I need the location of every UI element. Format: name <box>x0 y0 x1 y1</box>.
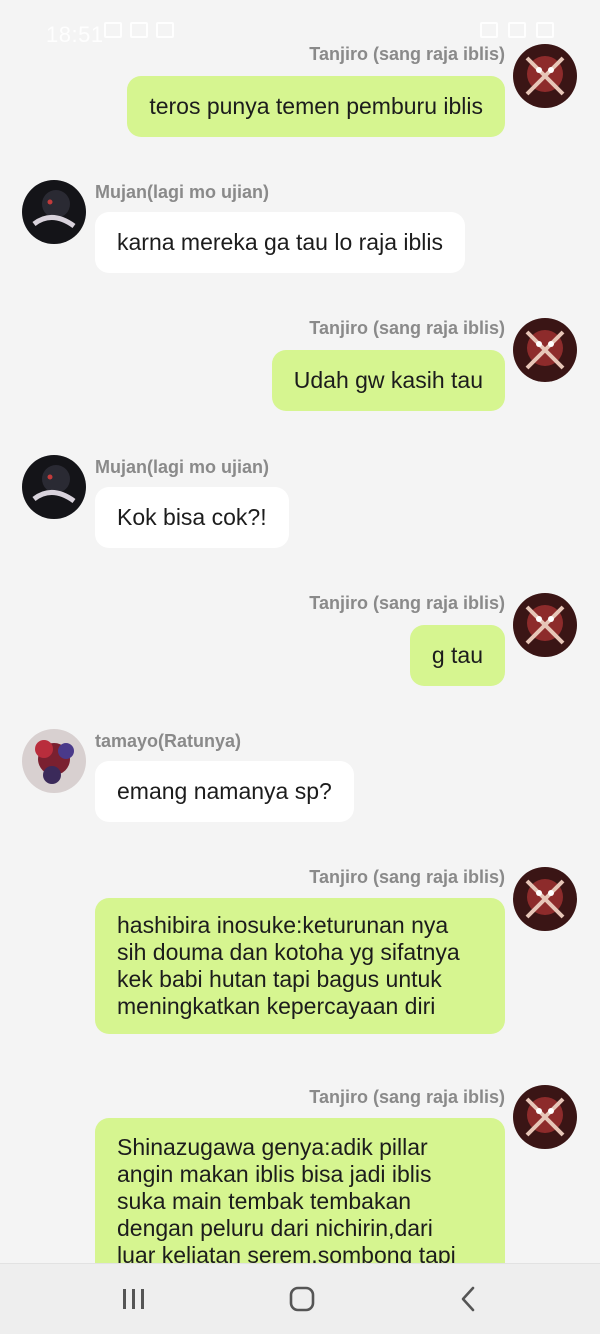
recents-button[interactable] <box>114 1282 154 1316</box>
sender-name: Tanjiro (sang raja iblis) <box>309 44 505 64</box>
message-text: teros punya temen pemburu iblis <box>149 93 483 119</box>
back-icon <box>461 1286 475 1312</box>
avatar-tanjiro[interactable] <box>513 318 577 382</box>
navigation-bar <box>0 1263 600 1334</box>
avatar-tanjiro[interactable] <box>513 867 577 931</box>
avatar-tanjiro[interactable] <box>513 44 577 108</box>
message-text: emang namanya sp? <box>117 778 332 804</box>
message-line: kek babi hutan tapi bagus untuk <box>117 966 442 992</box>
sender-name: tamayo(Ratunya) <box>95 731 242 751</box>
sender-name: Mujan(lagi mo ujian) <box>95 457 269 477</box>
chat-list[interactable]: Tanjiro (sang raja iblis) teros punya te… <box>0 0 600 1263</box>
message-bubble[interactable]: teros punya temen pemburu iblis <box>127 76 505 137</box>
message-line: Shinazugawa genya:adik pillar <box>117 1134 428 1160</box>
message-line: angin makan iblis bisa jadi iblis <box>117 1161 432 1187</box>
message-line: dengan peluru dari nichirin,dari <box>117 1215 433 1241</box>
recents-icon <box>123 1289 144 1309</box>
message-bubble[interactable]: Udah gw kasih tau <box>271 350 505 411</box>
message-bubble[interactable]: hashibira inosuke:keturunan nya sih doum… <box>95 898 505 1034</box>
message-line: meningkatkan kepercayaan diri <box>117 993 436 1019</box>
avatar-tanjiro[interactable] <box>513 1085 577 1149</box>
message-text: Udah gw kasih tau <box>293 367 483 393</box>
message-line: sih douma dan kotoha yg sifatnya <box>117 939 460 965</box>
sender-name: Tanjiro (sang raja iblis) <box>309 1087 505 1107</box>
sender-name: Tanjiro (sang raja iblis) <box>309 318 505 338</box>
avatar-tanjiro[interactable] <box>513 593 577 657</box>
home-button[interactable] <box>282 1282 322 1316</box>
message-line: hashibira inosuke:keturunan nya <box>117 912 449 938</box>
back-button[interactable] <box>448 1282 488 1316</box>
message-bubble[interactable]: emang namanya sp? <box>95 761 354 822</box>
message-bubble[interactable]: Kok bisa cok?! <box>95 487 289 548</box>
message-bubble[interactable]: karna mereka ga tau lo raja iblis <box>95 212 465 273</box>
avatar-mujan[interactable] <box>22 180 86 244</box>
message-text: Kok bisa cok?! <box>117 504 267 530</box>
avatar-tamayo[interactable] <box>22 729 86 793</box>
avatar-mujan[interactable] <box>22 455 86 519</box>
home-icon <box>289 1286 315 1312</box>
message-text: karna mereka ga tau lo raja iblis <box>117 229 443 255</box>
sender-name: Tanjiro (sang raja iblis) <box>309 867 505 887</box>
message-bubble[interactable]: Shinazugawa genya:adik pillar angin maka… <box>95 1118 505 1263</box>
sender-name: Mujan(lagi mo ujian) <box>95 182 269 202</box>
message-line: luar keliatan serem,sombong tapi <box>117 1242 456 1263</box>
sender-name: Tanjiro (sang raja iblis) <box>309 593 505 613</box>
message-bubble[interactable]: g tau <box>409 625 505 686</box>
message-text: g tau <box>431 642 483 668</box>
message-line: suka main tembak tembakan <box>117 1188 412 1214</box>
